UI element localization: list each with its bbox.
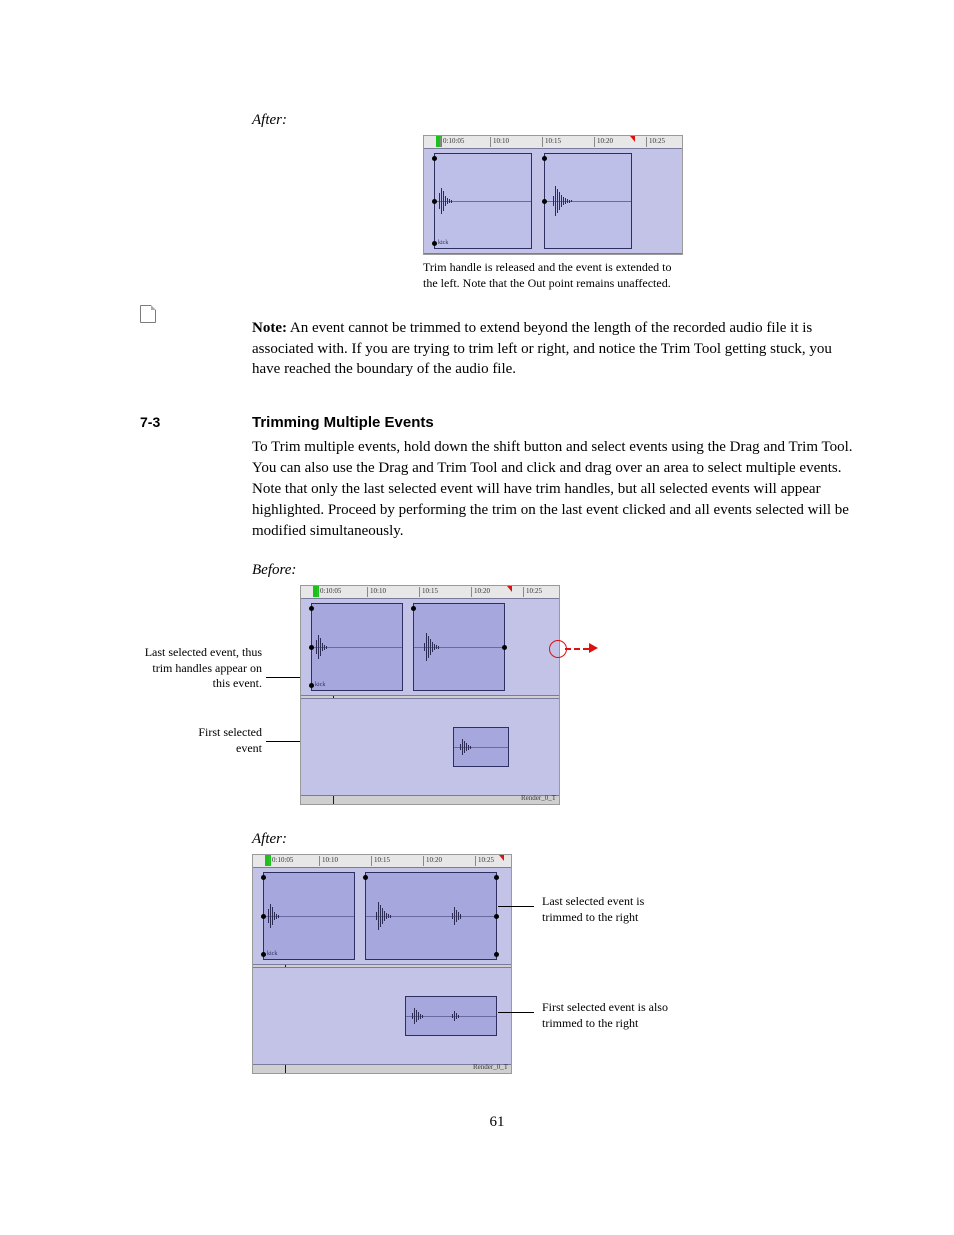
section-heading: 7-3 Trimming Multiple Events (140, 414, 854, 431)
note-body: An event cannot be trimmed to extend bey… (252, 320, 832, 377)
figure-3-anno-2: First selected event is also trimmed to … (542, 1000, 682, 1031)
leader-line (498, 906, 534, 907)
audio-clip: kick (434, 153, 532, 249)
tick: 10:20 (471, 587, 490, 597)
figure-1-caption: Trim handle is released and the event is… (423, 259, 683, 291)
audio-clip (413, 603, 505, 691)
note-icon (140, 305, 156, 323)
footer-label: Render_0_T (521, 794, 556, 802)
audio-clip: kick (311, 603, 403, 691)
figure-3-label: After: (252, 831, 854, 848)
figure-1-block: After: 0:10:05 10:10 10:15 10:20 10:25 (252, 112, 854, 291)
figure-3-anno-1: Last selected event is trimmed to the ri… (542, 894, 672, 925)
tick: 10:25 (646, 137, 665, 147)
figure-1-wrap: 0:10:05 10:10 10:15 10:20 10:25 ki (252, 135, 854, 291)
tick: 10:15 (542, 137, 561, 147)
drag-dash-icon (565, 648, 589, 650)
figure-3-block: After: 0:10:05 10:10 10:15 10:20 10:25 (252, 831, 854, 1074)
tick: 10:20 (423, 856, 442, 866)
tick: 10:20 (594, 137, 613, 147)
track: kick (424, 148, 682, 254)
audio-clip: kick (263, 872, 355, 960)
tick: 10:10 (367, 587, 386, 597)
tick: 0:10:05 (317, 587, 341, 597)
track (301, 698, 559, 796)
figure-2-anno-2: First selected event (172, 725, 262, 756)
drag-arrow-icon (589, 643, 598, 653)
audio-clip (405, 996, 497, 1036)
track: kick (301, 598, 559, 696)
tick: 10:15 (419, 587, 438, 597)
footer-label: Render_0_T (473, 1063, 508, 1071)
section-body: To Trim multiple events, hold down the s… (252, 437, 854, 542)
audio-clip (365, 872, 497, 960)
leader-line (498, 1012, 534, 1013)
figure-2: 0:10:05 10:10 10:15 10:20 10:25 (300, 585, 560, 805)
figure-1-label: After: (252, 112, 854, 129)
section-body-col: To Trim multiple events, hold down the s… (252, 437, 854, 1074)
out-marker-icon (630, 136, 635, 142)
track (253, 967, 511, 1065)
page-number: 61 (140, 1114, 854, 1131)
audio-clip (453, 727, 509, 767)
audio-clip (544, 153, 632, 249)
out-marker-icon (499, 855, 504, 861)
note-block: Note: An event cannot be trimmed to exte… (140, 303, 854, 394)
figure-2-anno-1: Last selected event, thus trim handles a… (142, 645, 262, 692)
tick: 0:10:05 (440, 137, 464, 147)
tick: 0:10:05 (269, 856, 293, 866)
figure-2-block: Before: Last selected event, thus trim h… (252, 562, 854, 805)
out-marker-icon (507, 586, 512, 592)
tick: 10:25 (523, 587, 542, 597)
section-number: 7-3 (140, 414, 252, 431)
tick: 10:10 (319, 856, 338, 866)
figure-2-label: Before: (252, 562, 854, 579)
tick: 10:15 (371, 856, 390, 866)
page: After: 0:10:05 10:10 10:15 10:20 10:25 (0, 0, 954, 1191)
figure-3: 0:10:05 10:10 10:15 10:20 10:25 (252, 854, 512, 1074)
track: kick (253, 867, 511, 965)
note-bold: Note: (252, 320, 287, 336)
tick: 10:10 (490, 137, 509, 147)
figure-1: 0:10:05 10:10 10:15 10:20 10:25 ki (423, 135, 683, 255)
section-title: Trimming Multiple Events (252, 414, 434, 431)
tick: 10:25 (475, 856, 494, 866)
leader-line (266, 677, 300, 678)
note-text: Note: An event cannot be trimmed to exte… (252, 318, 854, 379)
